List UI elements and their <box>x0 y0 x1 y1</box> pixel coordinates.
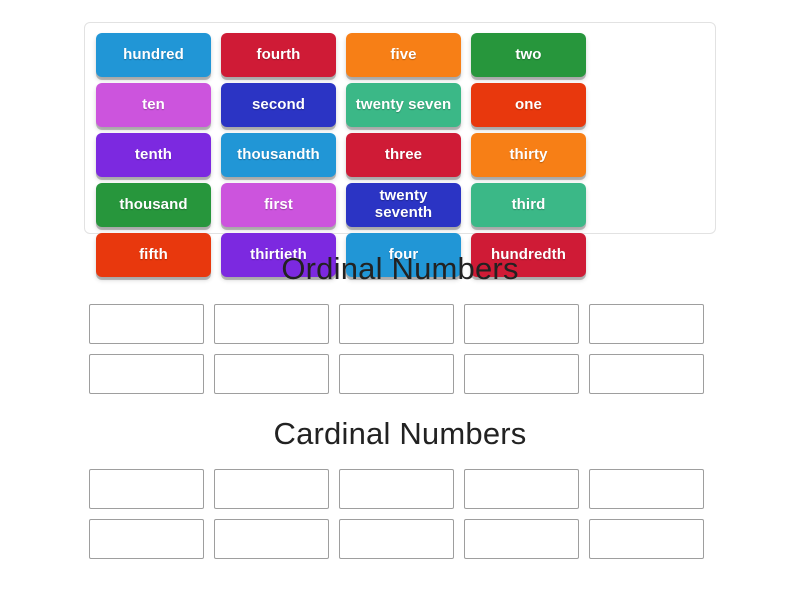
word-tile[interactable]: five <box>346 33 461 77</box>
word-tile[interactable]: third <box>471 183 586 227</box>
drop-slot[interactable] <box>89 469 204 510</box>
drop-slot[interactable] <box>339 519 454 560</box>
word-tile[interactable]: three <box>346 133 461 177</box>
drop-slot[interactable] <box>89 519 204 560</box>
category-title-ordinal: Ordinal Numbers <box>281 251 519 286</box>
drop-slot-grid-ordinal <box>84 304 716 404</box>
word-tile[interactable]: twenty seven <box>346 83 461 127</box>
drop-slot[interactable] <box>214 469 329 510</box>
drop-slot[interactable] <box>214 354 329 395</box>
word-tile[interactable]: second <box>221 83 336 127</box>
word-tile-pool: hundred fourth five two ten second twenty seve… <box>84 22 716 277</box>
drop-slot[interactable] <box>589 354 704 395</box>
drop-slot[interactable] <box>589 469 704 510</box>
word-tile[interactable]: thousand <box>96 183 211 227</box>
drop-slot[interactable] <box>589 519 704 560</box>
drop-slot[interactable] <box>214 519 329 560</box>
word-tile[interactable]: thirty <box>471 133 586 177</box>
drop-slot[interactable] <box>339 354 454 395</box>
word-tile[interactable]: fourth <box>221 33 336 77</box>
drop-slot[interactable] <box>89 304 204 345</box>
group-sort-board: hundred fourth five two ten second twenty seve… <box>0 0 800 600</box>
drop-slot[interactable] <box>464 304 579 345</box>
word-tile[interactable]: two <box>471 33 586 77</box>
drop-slot[interactable] <box>464 469 579 510</box>
drop-slot[interactable] <box>339 304 454 345</box>
word-tile[interactable]: tenth <box>96 133 211 177</box>
word-tile[interactable]: first <box>221 183 336 227</box>
drop-slot[interactable] <box>214 304 329 345</box>
drop-slot[interactable] <box>339 469 454 510</box>
drop-slot[interactable] <box>464 354 579 395</box>
word-tile[interactable]: twenty seventh <box>346 183 461 227</box>
category-cardinal-numbers: Cardinal Numbers <box>84 416 716 569</box>
drop-slot[interactable] <box>589 304 704 345</box>
word-tile[interactable]: ten <box>96 83 211 127</box>
word-tile[interactable]: hundred <box>96 33 211 77</box>
word-tile[interactable]: thousandth <box>221 133 336 177</box>
word-tile[interactable]: one <box>471 83 586 127</box>
drop-slot-grid-cardinal <box>84 469 716 569</box>
category-title-cardinal: Cardinal Numbers <box>273 416 527 451</box>
drop-slot[interactable] <box>464 519 579 560</box>
category-ordinal-numbers: Ordinal Numbers <box>84 251 716 404</box>
drop-slot[interactable] <box>89 354 204 395</box>
